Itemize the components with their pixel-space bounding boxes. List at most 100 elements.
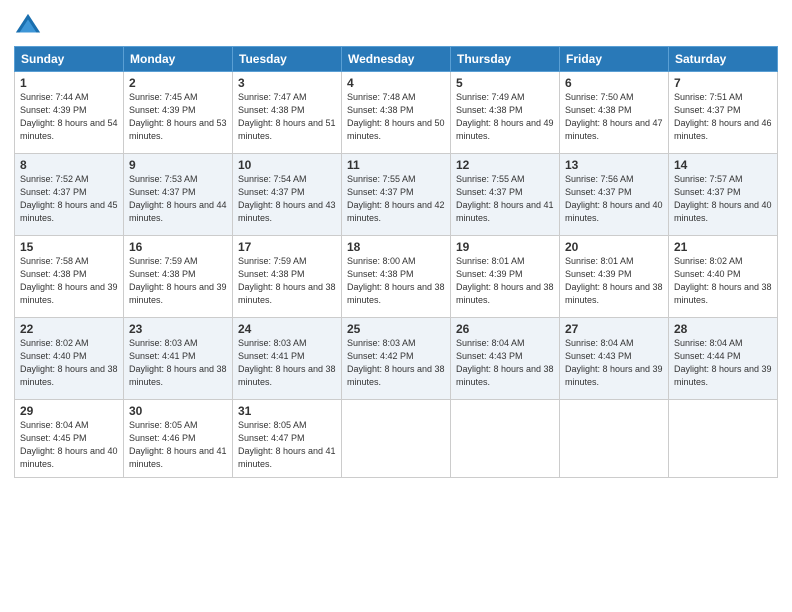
calendar-cell: 21 Sunrise: 8:02 AM Sunset: 4:40 PM Dayl… <box>669 236 778 318</box>
calendar-cell: 1 Sunrise: 7:44 AM Sunset: 4:39 PM Dayli… <box>15 72 124 154</box>
calendar-cell: 6 Sunrise: 7:50 AM Sunset: 4:38 PM Dayli… <box>560 72 669 154</box>
day-number: 19 <box>456 240 554 254</box>
day-info: Sunrise: 7:47 AM Sunset: 4:38 PM Dayligh… <box>238 91 336 143</box>
day-number: 21 <box>674 240 772 254</box>
day-number: 24 <box>238 322 336 336</box>
day-number: 31 <box>238 404 336 418</box>
day-info: Sunrise: 7:49 AM Sunset: 4:38 PM Dayligh… <box>456 91 554 143</box>
day-number: 14 <box>674 158 772 172</box>
calendar-cell: 14 Sunrise: 7:57 AM Sunset: 4:37 PM Dayl… <box>669 154 778 236</box>
header <box>14 12 778 40</box>
col-header-thursday: Thursday <box>451 47 560 72</box>
day-number: 6 <box>565 76 663 90</box>
calendar-week-1: 1 Sunrise: 7:44 AM Sunset: 4:39 PM Dayli… <box>15 72 778 154</box>
col-header-monday: Monday <box>124 47 233 72</box>
day-info: Sunrise: 8:04 AM Sunset: 4:43 PM Dayligh… <box>456 337 554 389</box>
day-info: Sunrise: 8:01 AM Sunset: 4:39 PM Dayligh… <box>565 255 663 307</box>
day-number: 1 <box>20 76 118 90</box>
calendar-cell: 2 Sunrise: 7:45 AM Sunset: 4:39 PM Dayli… <box>124 72 233 154</box>
calendar-cell <box>451 400 560 478</box>
calendar-cell: 19 Sunrise: 8:01 AM Sunset: 4:39 PM Dayl… <box>451 236 560 318</box>
calendar-cell: 4 Sunrise: 7:48 AM Sunset: 4:38 PM Dayli… <box>342 72 451 154</box>
calendar-cell: 25 Sunrise: 8:03 AM Sunset: 4:42 PM Dayl… <box>342 318 451 400</box>
col-header-wednesday: Wednesday <box>342 47 451 72</box>
calendar-cell: 13 Sunrise: 7:56 AM Sunset: 4:37 PM Dayl… <box>560 154 669 236</box>
day-number: 2 <box>129 76 227 90</box>
calendar: SundayMondayTuesdayWednesdayThursdayFrid… <box>14 46 778 478</box>
day-info: Sunrise: 7:59 AM Sunset: 4:38 PM Dayligh… <box>238 255 336 307</box>
day-number: 17 <box>238 240 336 254</box>
calendar-cell: 29 Sunrise: 8:04 AM Sunset: 4:45 PM Dayl… <box>15 400 124 478</box>
day-info: Sunrise: 7:45 AM Sunset: 4:39 PM Dayligh… <box>129 91 227 143</box>
logo-icon <box>14 12 42 40</box>
calendar-week-2: 8 Sunrise: 7:52 AM Sunset: 4:37 PM Dayli… <box>15 154 778 236</box>
calendar-week-5: 29 Sunrise: 8:04 AM Sunset: 4:45 PM Dayl… <box>15 400 778 478</box>
day-info: Sunrise: 8:05 AM Sunset: 4:47 PM Dayligh… <box>238 419 336 471</box>
day-number: 7 <box>674 76 772 90</box>
calendar-cell: 3 Sunrise: 7:47 AM Sunset: 4:38 PM Dayli… <box>233 72 342 154</box>
day-number: 26 <box>456 322 554 336</box>
day-info: Sunrise: 7:55 AM Sunset: 4:37 PM Dayligh… <box>347 173 445 225</box>
calendar-cell: 26 Sunrise: 8:04 AM Sunset: 4:43 PM Dayl… <box>451 318 560 400</box>
calendar-cell: 15 Sunrise: 7:58 AM Sunset: 4:38 PM Dayl… <box>15 236 124 318</box>
day-info: Sunrise: 7:56 AM Sunset: 4:37 PM Dayligh… <box>565 173 663 225</box>
logo <box>14 12 46 40</box>
calendar-cell: 22 Sunrise: 8:02 AM Sunset: 4:40 PM Dayl… <box>15 318 124 400</box>
day-number: 28 <box>674 322 772 336</box>
calendar-cell: 23 Sunrise: 8:03 AM Sunset: 4:41 PM Dayl… <box>124 318 233 400</box>
day-info: Sunrise: 7:57 AM Sunset: 4:37 PM Dayligh… <box>674 173 772 225</box>
calendar-cell: 17 Sunrise: 7:59 AM Sunset: 4:38 PM Dayl… <box>233 236 342 318</box>
day-number: 27 <box>565 322 663 336</box>
day-number: 9 <box>129 158 227 172</box>
day-info: Sunrise: 7:50 AM Sunset: 4:38 PM Dayligh… <box>565 91 663 143</box>
day-number: 12 <box>456 158 554 172</box>
day-number: 10 <box>238 158 336 172</box>
day-info: Sunrise: 8:03 AM Sunset: 4:42 PM Dayligh… <box>347 337 445 389</box>
page-container: SundayMondayTuesdayWednesdayThursdayFrid… <box>0 0 792 486</box>
day-number: 20 <box>565 240 663 254</box>
day-number: 23 <box>129 322 227 336</box>
calendar-cell: 7 Sunrise: 7:51 AM Sunset: 4:37 PM Dayli… <box>669 72 778 154</box>
col-header-tuesday: Tuesday <box>233 47 342 72</box>
day-info: Sunrise: 8:04 AM Sunset: 4:45 PM Dayligh… <box>20 419 118 471</box>
day-info: Sunrise: 7:55 AM Sunset: 4:37 PM Dayligh… <box>456 173 554 225</box>
day-number: 18 <box>347 240 445 254</box>
col-header-sunday: Sunday <box>15 47 124 72</box>
day-number: 22 <box>20 322 118 336</box>
day-info: Sunrise: 8:00 AM Sunset: 4:38 PM Dayligh… <box>347 255 445 307</box>
calendar-cell: 16 Sunrise: 7:59 AM Sunset: 4:38 PM Dayl… <box>124 236 233 318</box>
calendar-cell: 12 Sunrise: 7:55 AM Sunset: 4:37 PM Dayl… <box>451 154 560 236</box>
day-info: Sunrise: 8:02 AM Sunset: 4:40 PM Dayligh… <box>20 337 118 389</box>
calendar-cell: 18 Sunrise: 8:00 AM Sunset: 4:38 PM Dayl… <box>342 236 451 318</box>
day-info: Sunrise: 8:01 AM Sunset: 4:39 PM Dayligh… <box>456 255 554 307</box>
day-number: 3 <box>238 76 336 90</box>
calendar-cell: 11 Sunrise: 7:55 AM Sunset: 4:37 PM Dayl… <box>342 154 451 236</box>
day-info: Sunrise: 7:44 AM Sunset: 4:39 PM Dayligh… <box>20 91 118 143</box>
day-number: 11 <box>347 158 445 172</box>
day-number: 15 <box>20 240 118 254</box>
calendar-cell: 27 Sunrise: 8:04 AM Sunset: 4:43 PM Dayl… <box>560 318 669 400</box>
calendar-header-row: SundayMondayTuesdayWednesdayThursdayFrid… <box>15 47 778 72</box>
calendar-cell: 20 Sunrise: 8:01 AM Sunset: 4:39 PM Dayl… <box>560 236 669 318</box>
day-info: Sunrise: 7:54 AM Sunset: 4:37 PM Dayligh… <box>238 173 336 225</box>
day-info: Sunrise: 8:03 AM Sunset: 4:41 PM Dayligh… <box>129 337 227 389</box>
day-info: Sunrise: 8:04 AM Sunset: 4:43 PM Dayligh… <box>565 337 663 389</box>
day-number: 4 <box>347 76 445 90</box>
calendar-cell: 10 Sunrise: 7:54 AM Sunset: 4:37 PM Dayl… <box>233 154 342 236</box>
calendar-cell: 31 Sunrise: 8:05 AM Sunset: 4:47 PM Dayl… <box>233 400 342 478</box>
day-info: Sunrise: 8:03 AM Sunset: 4:41 PM Dayligh… <box>238 337 336 389</box>
day-number: 30 <box>129 404 227 418</box>
col-header-saturday: Saturday <box>669 47 778 72</box>
day-number: 8 <box>20 158 118 172</box>
calendar-cell <box>669 400 778 478</box>
calendar-cell: 24 Sunrise: 8:03 AM Sunset: 4:41 PM Dayl… <box>233 318 342 400</box>
day-info: Sunrise: 7:51 AM Sunset: 4:37 PM Dayligh… <box>674 91 772 143</box>
calendar-cell <box>342 400 451 478</box>
day-number: 16 <box>129 240 227 254</box>
day-info: Sunrise: 7:48 AM Sunset: 4:38 PM Dayligh… <box>347 91 445 143</box>
calendar-cell: 28 Sunrise: 8:04 AM Sunset: 4:44 PM Dayl… <box>669 318 778 400</box>
day-number: 25 <box>347 322 445 336</box>
calendar-week-3: 15 Sunrise: 7:58 AM Sunset: 4:38 PM Dayl… <box>15 236 778 318</box>
col-header-friday: Friday <box>560 47 669 72</box>
day-info: Sunrise: 8:05 AM Sunset: 4:46 PM Dayligh… <box>129 419 227 471</box>
